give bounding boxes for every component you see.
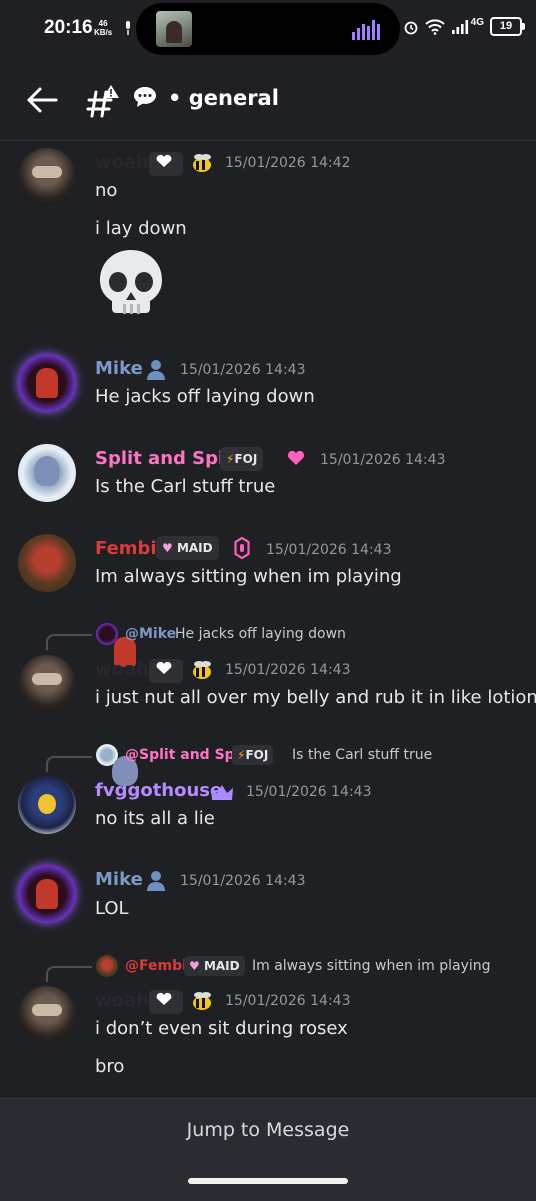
white-heart-icon — [156, 661, 172, 674]
avatar[interactable] — [18, 148, 76, 206]
message-text[interactable]: bro — [95, 1056, 124, 1077]
white-heart-icon — [156, 154, 172, 167]
heart-badge — [149, 990, 183, 1014]
timestamp: 15/01/2026 14:43 — [180, 873, 306, 889]
author-name[interactable]: fvggothouse — [95, 780, 222, 801]
timestamp: 15/01/2026 14:43 — [320, 452, 446, 468]
message-text[interactable]: Is the Carl stuff true — [95, 476, 275, 497]
message-text[interactable]: no its all a lie — [95, 808, 215, 829]
avatar[interactable] — [18, 986, 76, 1044]
timestamp: 15/01/2026 14:43 — [180, 362, 306, 378]
reply-avatar — [96, 744, 138, 786]
network-speed-unit: KB/s — [94, 28, 113, 37]
author-name[interactable]: Fembi — [95, 538, 157, 559]
reply-preview[interactable]: Is the Carl stuff true — [292, 747, 432, 763]
author-name[interactable]: woah — [95, 990, 149, 1011]
role-tag-label: MAID — [203, 959, 240, 973]
timestamp: 15/01/2026 14:43 — [246, 784, 372, 800]
status-icons: 4G 19 — [403, 17, 525, 36]
jump-bar: Jump to Message — [0, 1098, 536, 1201]
home-indicator[interactable] — [188, 1178, 348, 1184]
reply-role-tag: ♥ MAID — [184, 956, 245, 976]
jump-to-message-button[interactable]: Jump to Message — [0, 1119, 536, 1141]
battery-icon: 19 — [490, 17, 525, 36]
role-tag: ♥ MAID — [156, 536, 219, 560]
alarm-icon — [404, 21, 418, 34]
bee-icon — [193, 992, 211, 1010]
avatar[interactable] — [18, 444, 76, 502]
author-name[interactable]: Mike — [95, 358, 143, 379]
message-text[interactable]: i just nut all over my belly and rub it … — [95, 687, 536, 708]
audio-visualizer-icon — [352, 20, 380, 40]
heart-badge — [149, 659, 183, 683]
author-name[interactable]: woah — [95, 152, 149, 173]
pink-heart-icon — [287, 450, 305, 465]
reply-avatar — [96, 955, 118, 977]
network-speed-value: 46 — [98, 19, 108, 28]
speech-bubble-icon — [134, 87, 156, 107]
channel-title: • general — [168, 86, 279, 110]
message-text[interactable]: no — [95, 180, 117, 201]
reply-mention[interactable]: @Mike — [125, 626, 176, 642]
status-bar: 20:16 46 KB/s 4G 19 — [0, 0, 536, 58]
nitro-hex-icon — [234, 537, 250, 559]
reply-preview[interactable]: He jacks off laying down — [175, 626, 346, 642]
reply-connector — [46, 634, 92, 650]
author-name[interactable]: woah — [95, 659, 149, 680]
channel-header: • general — [0, 58, 536, 141]
reply-avatar — [96, 623, 136, 667]
status-time: 20:16 — [44, 17, 93, 38]
message-text[interactable]: LOL — [95, 898, 129, 919]
role-tag-label: MAID — [176, 541, 213, 555]
reply-role-tag: ⚡FOJ — [232, 745, 274, 765]
message-text[interactable]: He jacks off laying down — [95, 386, 315, 407]
message-text[interactable]: i don’t even sit during rosex — [95, 1018, 348, 1039]
skull-icon[interactable] — [96, 248, 166, 320]
white-heart-icon — [156, 992, 172, 1005]
timestamp: 15/01/2026 14:42 — [225, 155, 351, 171]
network-speed: 46 KB/s — [94, 19, 112, 37]
avatar[interactable] — [18, 865, 76, 923]
timestamp: 15/01/2026 14:43 — [266, 542, 392, 558]
role-tag-label: FOJ — [245, 748, 269, 762]
media-thumbnail[interactable] — [156, 11, 192, 47]
wifi-icon — [424, 18, 445, 35]
bee-icon — [193, 154, 211, 172]
heart-icon: ♥ — [189, 959, 204, 973]
author-name[interactable]: Split and Spit — [95, 448, 233, 469]
avatar[interactable] — [18, 354, 76, 412]
reply-connector — [46, 966, 92, 982]
bee-icon — [193, 661, 211, 679]
message-text[interactable]: Im always sitting when im playing — [95, 566, 402, 587]
avatar[interactable] — [18, 655, 76, 713]
heart-icon: ♥ — [162, 541, 177, 555]
reply-connector — [46, 756, 92, 772]
timestamp: 15/01/2026 14:43 — [225, 993, 351, 1009]
message-list[interactable]: woah 15/01/2026 14:42 no i lay down Mike… — [0, 140, 536, 1098]
timestamp: 15/01/2026 14:43 — [225, 662, 351, 678]
text-channel-warning-icon — [86, 85, 119, 118]
microphone-icon — [126, 21, 130, 35]
reply-mention[interactable]: @Fembi — [125, 958, 187, 974]
avatar[interactable] — [18, 776, 76, 834]
dynamic-island[interactable] — [136, 3, 400, 55]
person-icon — [147, 871, 165, 891]
message-text[interactable]: i lay down — [95, 218, 187, 239]
role-tag-label: FOJ — [234, 452, 258, 466]
network-type: 4G — [470, 17, 484, 28]
reply-mention[interactable]: @Split and Spit — [125, 747, 246, 763]
signal-icon — [451, 19, 468, 34]
heart-badge — [149, 152, 183, 176]
role-tag: ⚡FOJ — [220, 447, 264, 471]
crown-icon — [211, 785, 233, 800]
person-icon — [147, 360, 165, 380]
reply-preview[interactable]: Im always sitting when im playing — [252, 958, 491, 974]
back-arrow-icon[interactable] — [26, 86, 58, 114]
avatar[interactable] — [18, 534, 76, 592]
author-name[interactable]: Mike — [95, 869, 143, 890]
channel-name: general — [188, 86, 279, 110]
